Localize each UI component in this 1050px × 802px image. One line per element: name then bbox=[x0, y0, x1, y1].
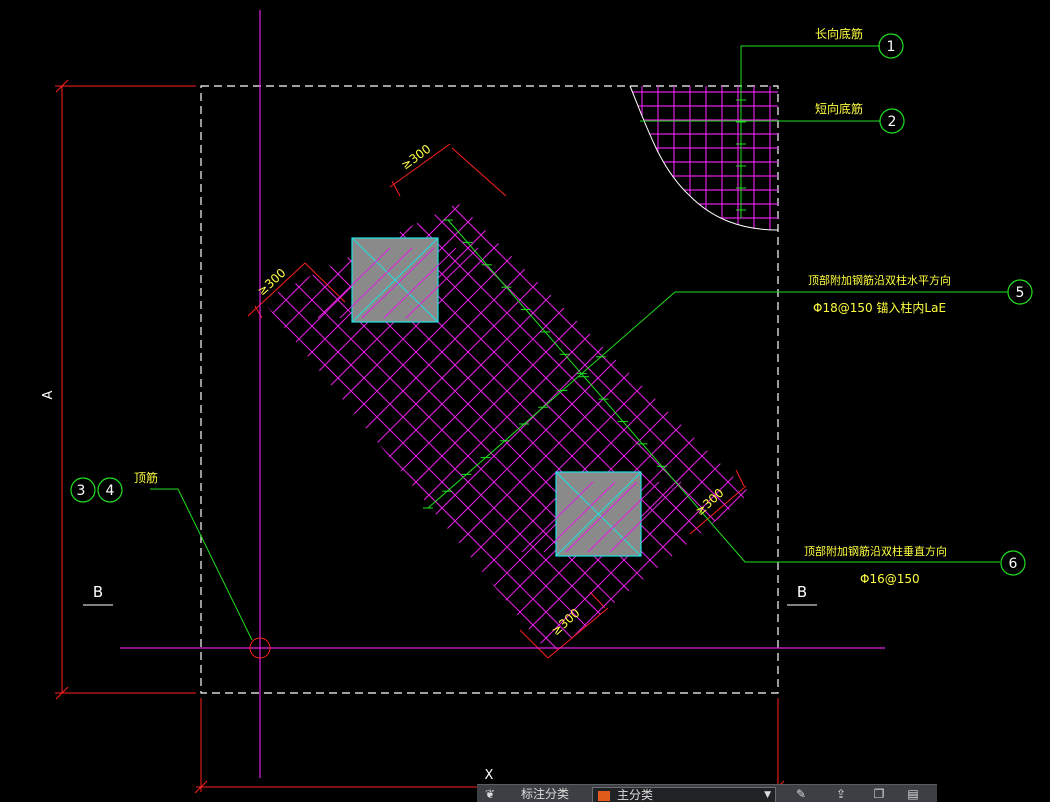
callout-3-number: 3 bbox=[77, 483, 86, 499]
rebar-bar-diag-a bbox=[262, 203, 750, 655]
callout-5-label: 顶部附加钢筋沿双柱水平方向 bbox=[808, 273, 951, 287]
callout-2-label: 短向底筋 bbox=[815, 101, 863, 116]
section-mark-right: B bbox=[797, 583, 807, 601]
section-mark-left: B bbox=[93, 583, 103, 601]
chevron-down-icon: ▼ bbox=[764, 790, 771, 800]
rebar-bar-diag-b bbox=[262, 203, 437, 655]
callout-5-spec: Φ18@150 锚入柱内LaE bbox=[813, 300, 946, 315]
column-2 bbox=[555, 471, 642, 557]
rebar-bar-diag-b bbox=[262, 203, 671, 655]
rebar-bar-diag-a bbox=[445, 203, 750, 655]
callout-6-number: 6 bbox=[1009, 556, 1018, 572]
rebar-bar-diag-b bbox=[535, 203, 750, 655]
rebar-bar-diag-b bbox=[509, 203, 750, 655]
rebar-bar-diag-b bbox=[262, 203, 697, 655]
rebar-bar-diag-b bbox=[262, 203, 723, 655]
callout-2-number: 2 bbox=[888, 114, 897, 130]
callout-6-label: 顶部附加钢筋沿双柱垂直方向 bbox=[804, 544, 947, 558]
dimension-lines bbox=[55, 79, 785, 794]
annotation-category-label: 标注分类 bbox=[521, 787, 570, 801]
rebar-bar-diag-b bbox=[262, 203, 489, 655]
rebar-bar-diag-a bbox=[262, 203, 750, 655]
copy-icon[interactable]: ❐ bbox=[869, 785, 889, 802]
layer-icon[interactable]: ❦ bbox=[485, 785, 495, 802]
callout-4-label: 顶筋 bbox=[134, 470, 158, 485]
rebar-bar-diag-a bbox=[393, 203, 750, 655]
column-1 bbox=[351, 237, 439, 323]
clipboard-icon[interactable]: ▤ bbox=[903, 785, 923, 802]
callout-1-label: 长向底筋 bbox=[815, 26, 863, 41]
rebar-bar-diag-b bbox=[262, 203, 593, 655]
rebar-bar-diag-a bbox=[262, 203, 605, 655]
upload-icon[interactable]: ⇪ bbox=[831, 785, 851, 802]
bottom-mesh-detail bbox=[630, 86, 778, 230]
callout-4-number: 4 bbox=[106, 483, 115, 499]
rebar-bar-diag-b bbox=[262, 203, 750, 655]
bottom-toolbar: ❦ 标注分类 主分类 ▼ ✎ ⇪ ❐ ▤ bbox=[477, 784, 937, 802]
cutaway-boundary bbox=[629, 85, 779, 231]
cad-drawing: 1 2 3 4 5 6 长向底筋 短向底筋 顶筋 顶部附加钢筋沿双柱水平方向 Φ… bbox=[41, 10, 1033, 794]
dim-label-a: A bbox=[41, 390, 56, 399]
rebar-bar-diag-a bbox=[262, 203, 579, 655]
rebar-bar-diag-b bbox=[262, 203, 463, 655]
callout-6-spec: Φ16@150 bbox=[860, 572, 920, 586]
layer-select[interactable]: 主分类 ▼ bbox=[592, 787, 776, 802]
callout-1-number: 1 bbox=[887, 39, 896, 55]
rebar-bar-diag-b bbox=[262, 203, 567, 655]
edit-icon[interactable]: ✎ bbox=[791, 785, 811, 802]
dim-label-x: X bbox=[485, 768, 494, 783]
rebar-bar-diag-a bbox=[262, 203, 631, 655]
layer-color-swatch bbox=[598, 791, 610, 801]
footing-outline bbox=[200, 85, 779, 694]
rebar-bar-diag-a bbox=[367, 203, 750, 655]
callout-5-number: 5 bbox=[1016, 285, 1025, 301]
rebar-bar-diag-b bbox=[262, 203, 749, 655]
rebar-bar-diag-b bbox=[262, 203, 619, 655]
layer-select-value: 主分类 bbox=[617, 788, 654, 802]
